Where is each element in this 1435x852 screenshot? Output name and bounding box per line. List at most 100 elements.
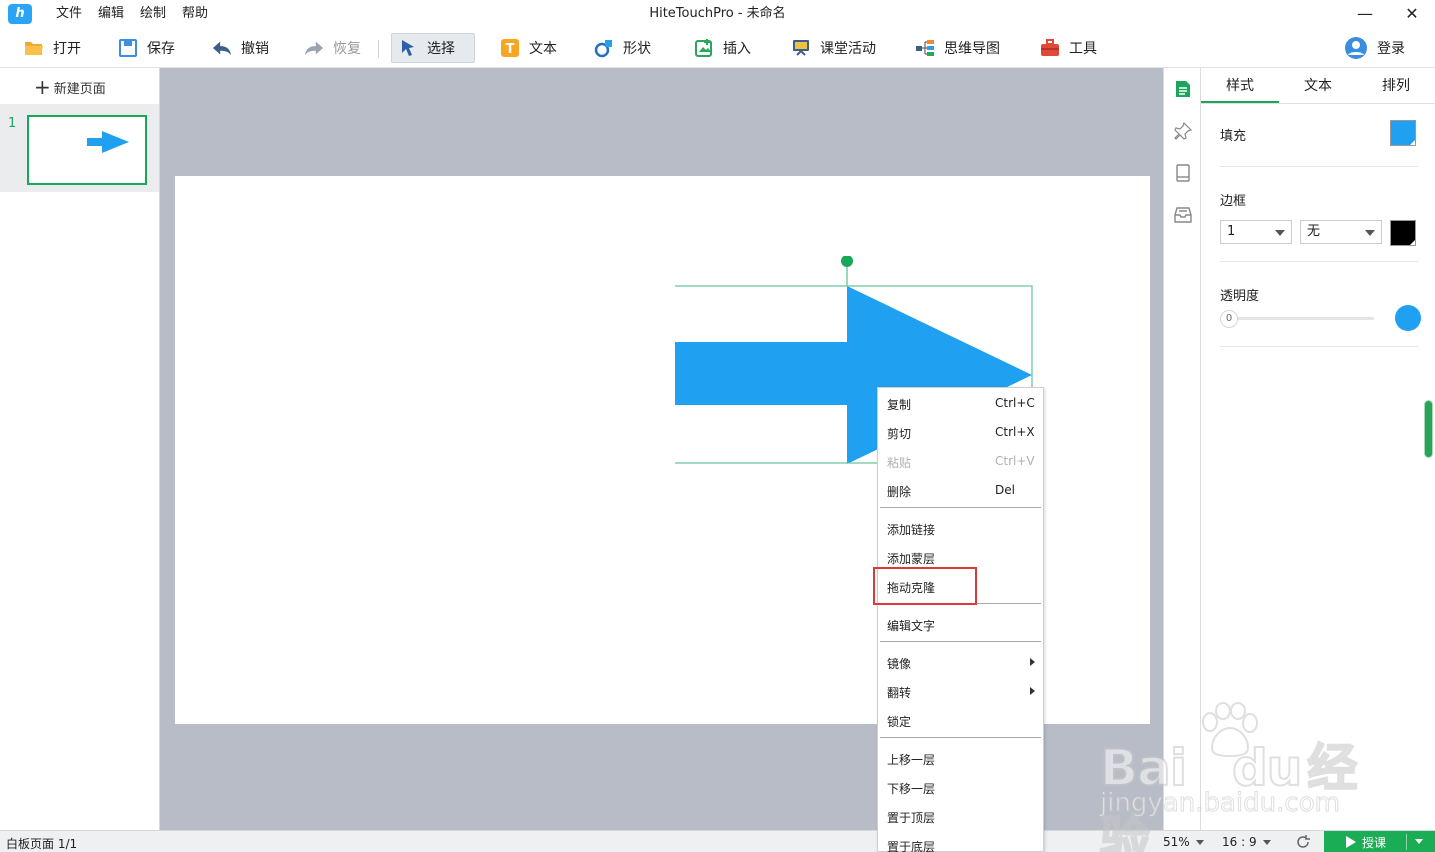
divider	[1406, 834, 1407, 850]
border-width-value: 1	[1227, 224, 1236, 239]
plus-icon: +	[34, 75, 51, 99]
menu-separator	[880, 641, 1041, 642]
new-page-button[interactable]: + 新建页面	[34, 76, 106, 98]
insert-button[interactable]: 插入	[688, 33, 759, 63]
close-button[interactable]: ✕	[1389, 0, 1435, 28]
watermark-url: jingyan.baidu.com	[1100, 788, 1341, 819]
rotate-handle[interactable]	[841, 256, 853, 267]
select-label: 选择	[427, 41, 455, 57]
svg-text:T: T	[506, 42, 515, 57]
user-avatar-icon	[1344, 36, 1368, 60]
archive-icon[interactable]	[1173, 205, 1193, 225]
open-label: 打开	[53, 41, 81, 57]
tab-style[interactable]: 样式	[1201, 68, 1279, 103]
border-style-select[interactable]: 无	[1300, 220, 1382, 244]
insert-image-icon	[694, 38, 714, 58]
page-thumbnail-row[interactable]: 1	[0, 104, 159, 192]
mindmap-label: 思维导图	[944, 41, 1000, 57]
fill-color-swatch[interactable]	[1390, 120, 1416, 146]
title-bar: h 文件 编辑 绘制 帮助 HiteTouchPro - 未命名 — ✕	[0, 0, 1435, 28]
folder-icon	[24, 38, 44, 58]
border-style-value: 无	[1307, 224, 1321, 239]
thumbnail-arrow-shape	[87, 131, 129, 153]
page-info: 白板页面 1/1	[6, 837, 78, 851]
menu-item-bring-to-front[interactable]: 置于顶层	[878, 802, 1043, 831]
undo-label: 撤销	[241, 41, 269, 57]
classroom-icon	[791, 38, 811, 58]
menu-help[interactable]: 帮助	[174, 0, 216, 28]
submenu-arrow-icon	[1030, 687, 1035, 695]
insert-label: 插入	[723, 41, 751, 57]
open-button[interactable]: 打开	[18, 33, 89, 63]
menu-item-cut[interactable]: 剪切 Ctrl+X	[878, 418, 1043, 447]
redo-button[interactable]: 恢复	[298, 33, 369, 63]
toolbox-icon	[1040, 38, 1060, 58]
menu-item-lock[interactable]: 锁定	[878, 706, 1043, 735]
book-icon[interactable]	[1173, 163, 1193, 183]
floppy-icon	[118, 38, 138, 58]
pin-icon[interactable]	[1173, 121, 1193, 141]
menu-item-send-backward[interactable]: 下移一层	[878, 773, 1043, 802]
classroom-label: 课堂活动	[820, 41, 876, 57]
chevron-down-icon[interactable]	[1415, 839, 1423, 844]
menu-item-copy[interactable]: 复制 Ctrl+C	[878, 389, 1043, 418]
menu-item-send-to-back[interactable]: 置于底层	[878, 831, 1043, 852]
highlight-annotation-box	[873, 567, 977, 605]
chevron-down-icon	[1365, 230, 1375, 236]
menu-item-paste[interactable]: 粘贴 Ctrl+V	[878, 447, 1043, 476]
menu-item-delete[interactable]: 删除 Del	[878, 476, 1043, 505]
page-number: 1	[8, 116, 17, 131]
new-page-label: 新建页面	[53, 81, 106, 97]
present-label: 授课	[1362, 835, 1387, 850]
panel-scrollbar[interactable]	[1424, 400, 1433, 458]
select-tool-button[interactable]: 选择	[391, 33, 475, 63]
menu-file[interactable]: 文件	[48, 0, 90, 28]
border-width-select[interactable]: 1	[1220, 220, 1292, 244]
properties-doc-icon[interactable]	[1173, 79, 1193, 99]
text-tool-label: 文本	[529, 41, 557, 57]
menu-item-mirror[interactable]: 镜像	[878, 648, 1043, 677]
property-tabs: 样式 文本 排列	[1201, 68, 1435, 104]
context-menu: 复制 Ctrl+C 剪切 Ctrl+X 粘贴 Ctrl+V 删除 Del 添加链接 添加…	[877, 387, 1044, 852]
undo-button[interactable]: 撤销	[206, 33, 277, 63]
watermark: Bai du 经验 jingyan.baidu.com	[1099, 700, 1360, 852]
login-button[interactable]: 登录	[1338, 33, 1413, 63]
tab-text[interactable]: 文本	[1279, 68, 1357, 103]
border-label: 边框	[1220, 194, 1247, 209]
tab-arrange[interactable]: 排列	[1357, 68, 1435, 103]
chevron-down-icon	[1275, 230, 1285, 236]
menu-item-flip[interactable]: 翻转	[878, 677, 1043, 706]
text-tool-button[interactable]: T 文本	[494, 33, 565, 63]
mindmap-button[interactable]: 思维导图	[909, 33, 1008, 63]
tools-button[interactable]: 工具	[1034, 33, 1105, 63]
minimize-button[interactable]: —	[1342, 0, 1388, 28]
shapes-icon	[594, 38, 614, 58]
tools-label: 工具	[1069, 41, 1097, 57]
save-label: 保存	[147, 41, 175, 57]
classroom-activity-button[interactable]: 课堂活动	[785, 33, 884, 63]
menu-item-edit-text[interactable]: 编辑文字	[878, 610, 1043, 639]
toolbar: 打开 保存 撤销 恢复 选择 T 文本 形状 插入 课堂活动 思维导图 工具 登…	[0, 28, 1435, 68]
save-button[interactable]: 保存	[112, 33, 183, 63]
login-label: 登录	[1377, 41, 1405, 57]
opacity-slider-track[interactable]	[1220, 317, 1374, 320]
menu-item-bring-forward[interactable]: 上移一层	[878, 744, 1043, 773]
app-logo: h	[8, 4, 32, 24]
divider	[1220, 346, 1418, 347]
fill-label: 填充	[1220, 129, 1247, 144]
border-color-swatch[interactable]	[1390, 220, 1416, 246]
opacity-slider-knob[interactable]: 0	[1220, 310, 1238, 328]
menu-edit[interactable]: 编辑	[90, 0, 132, 28]
redo-icon	[304, 38, 324, 58]
undo-icon	[212, 38, 232, 58]
submenu-arrow-icon	[1030, 658, 1035, 666]
redo-label: 恢复	[333, 41, 361, 57]
page-panel: + 新建页面 1	[0, 68, 160, 830]
opacity-color-preview	[1395, 305, 1421, 331]
opacity-label: 透明度	[1220, 289, 1260, 304]
menu-draw[interactable]: 绘制	[132, 0, 174, 28]
page-thumbnail[interactable]	[27, 115, 147, 185]
menu-item-add-link[interactable]: 添加链接	[878, 514, 1043, 543]
shape-tool-button[interactable]: 形状	[588, 33, 659, 63]
cursor-arrow-icon	[398, 38, 418, 58]
